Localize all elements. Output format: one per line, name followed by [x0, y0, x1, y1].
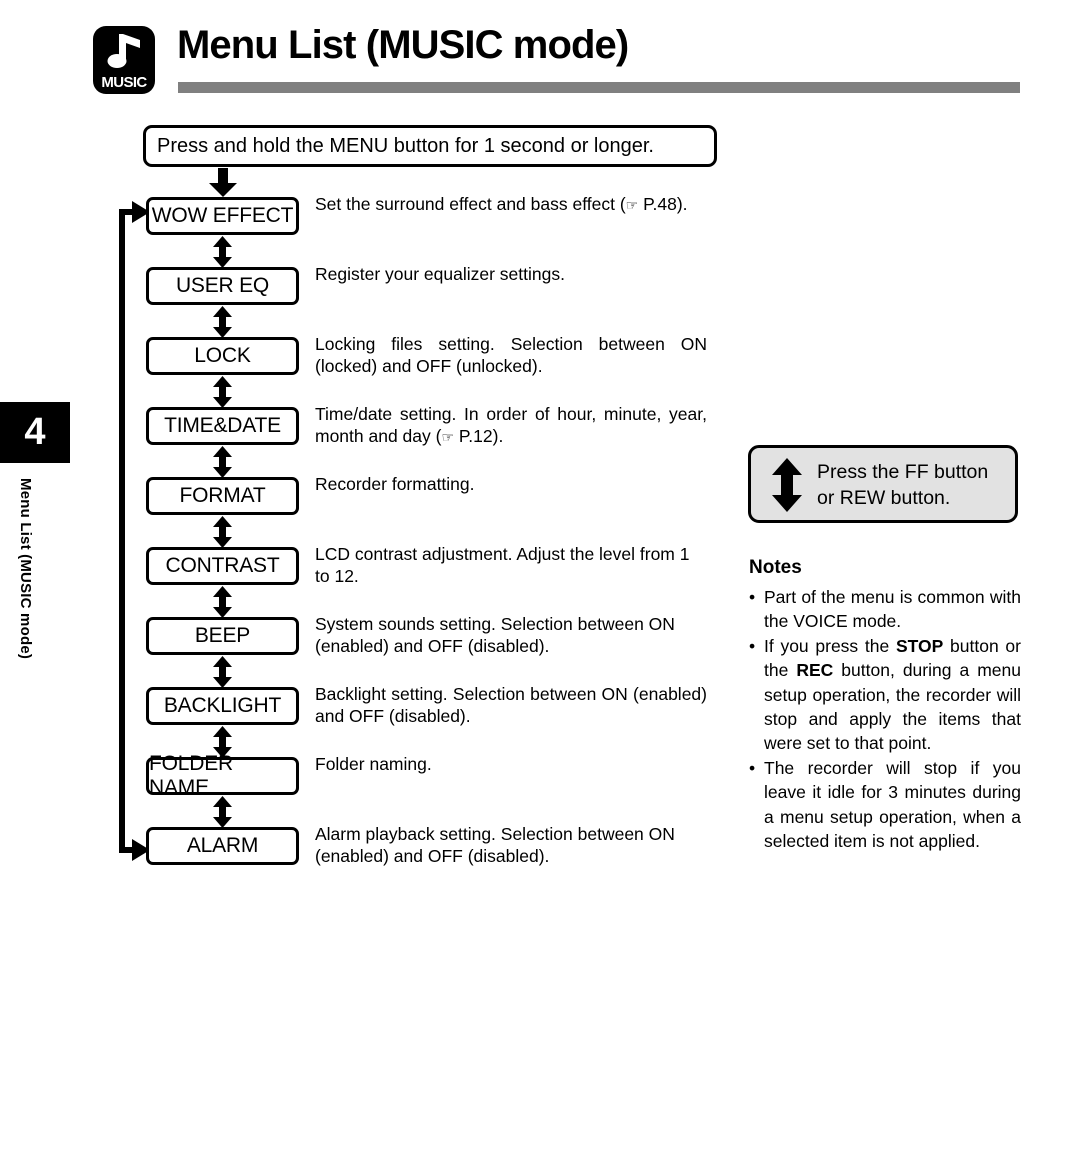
menu-item-alarm[interactable]: ALARM — [146, 827, 299, 865]
menu-item-folder-name[interactable]: FOLDER NAME — [146, 752, 299, 799]
bullet-icon: • — [749, 635, 756, 656]
notes-heading: Notes — [749, 557, 802, 578]
menu-item-label: FOLDER NAME — [149, 752, 233, 799]
menu-flow-diagram: Press and hold the MENU button for 1 sec… — [0, 0, 1080, 1156]
menu-item-description: Locking files setting. Selection between… — [315, 334, 707, 376]
menu-entry-instruction: Press and hold the MENU button for 1 sec… — [143, 125, 717, 167]
arrow-up-down-icon — [772, 458, 802, 512]
bullet-icon: • — [749, 587, 756, 607]
menu-item-description: Time/date setting. In order of hour, min… — [315, 404, 707, 446]
notes-list: • Part of the menu is common with the VOI… — [749, 585, 1021, 853]
ff-rew-line-2: or REW button. — [817, 487, 951, 509]
note-item: • If you press the STOP button or the REC… — [749, 634, 1021, 756]
menu-item-time-date[interactable]: TIME&DATE — [146, 407, 299, 445]
arrow-up-down-icon — [213, 656, 232, 688]
note-text: If you press the — [764, 635, 896, 656]
menu-item-lock[interactable]: LOCK — [146, 337, 299, 375]
arrow-up-down-icon — [213, 796, 232, 828]
menu-item-label: WOW EFFECT — [151, 204, 294, 227]
ff-rew-line-1: Press the FF button — [817, 461, 989, 483]
ff-rew-callout-text: Press the FF button or REW button. — [817, 459, 1015, 511]
note-text: The recorder will stop if you leave it i… — [764, 757, 1021, 852]
menu-item-label: FORMAT — [179, 484, 266, 507]
menu-item-description: System sounds setting. Selection between… — [315, 614, 675, 656]
note-emphasis: STOP — [895, 635, 944, 656]
menu-item-beep[interactable]: BEEP — [146, 617, 299, 655]
arrow-up-down-icon — [213, 446, 232, 478]
note-emphasis: REC — [796, 660, 834, 681]
note-text: Part of the menu is common with the VOIC… — [764, 587, 1021, 632]
menu-item-label: CONTRAST — [165, 554, 280, 577]
menu-item-label: LOCK — [194, 344, 251, 367]
menu-item-label: BEEP — [194, 624, 251, 647]
menu-item-description: Recorder formatting. — [315, 474, 475, 494]
arrow-down-icon — [209, 168, 237, 197]
menu-item-description: Backlight setting. Selection between ON … — [315, 684, 707, 726]
menu-item-description: Register your equalizer settings. — [315, 264, 565, 284]
arrow-up-down-icon — [213, 376, 232, 408]
bullet-icon: • — [749, 757, 756, 778]
menu-item-label: BACKLIGHT — [163, 694, 282, 717]
arrow-up-down-icon — [213, 306, 232, 338]
menu-item-label: ALARM — [186, 834, 259, 857]
menu-item-description: LCD contrast adjustment. Adjust the leve… — [315, 544, 690, 586]
note-item: • The recorder will stop if you leave it … — [749, 756, 1021, 854]
arrow-up-down-icon — [213, 236, 232, 268]
arrow-up-down-icon — [213, 516, 232, 548]
menu-item-contrast[interactable]: CONTRAST — [146, 547, 299, 585]
menu-item-label: TIME&DATE — [164, 414, 281, 437]
menu-item-user-eq[interactable]: USER EQ — [146, 267, 299, 305]
menu-item-backlight[interactable]: BACKLIGHT — [146, 687, 299, 725]
menu-item-description: Set the surround effect and bass effect … — [315, 194, 688, 214]
menu-item-wow-effect[interactable]: WOW EFFECT — [146, 197, 299, 235]
menu-item-description: Alarm playback setting. Selection betwee… — [315, 824, 675, 866]
note-item: • Part of the menu is common with the VOI… — [749, 585, 1021, 634]
menu-item-label: USER EQ — [175, 274, 270, 297]
menu-item-format[interactable]: FORMAT — [146, 477, 299, 515]
menu-item-description: Folder naming. — [315, 754, 432, 774]
arrow-up-down-icon — [213, 586, 232, 618]
ff-rew-callout: Press the FF button or REW button. — [748, 445, 1018, 523]
menu-entry-instruction-text: Press and hold the MENU button for 1 sec… — [157, 134, 654, 157]
